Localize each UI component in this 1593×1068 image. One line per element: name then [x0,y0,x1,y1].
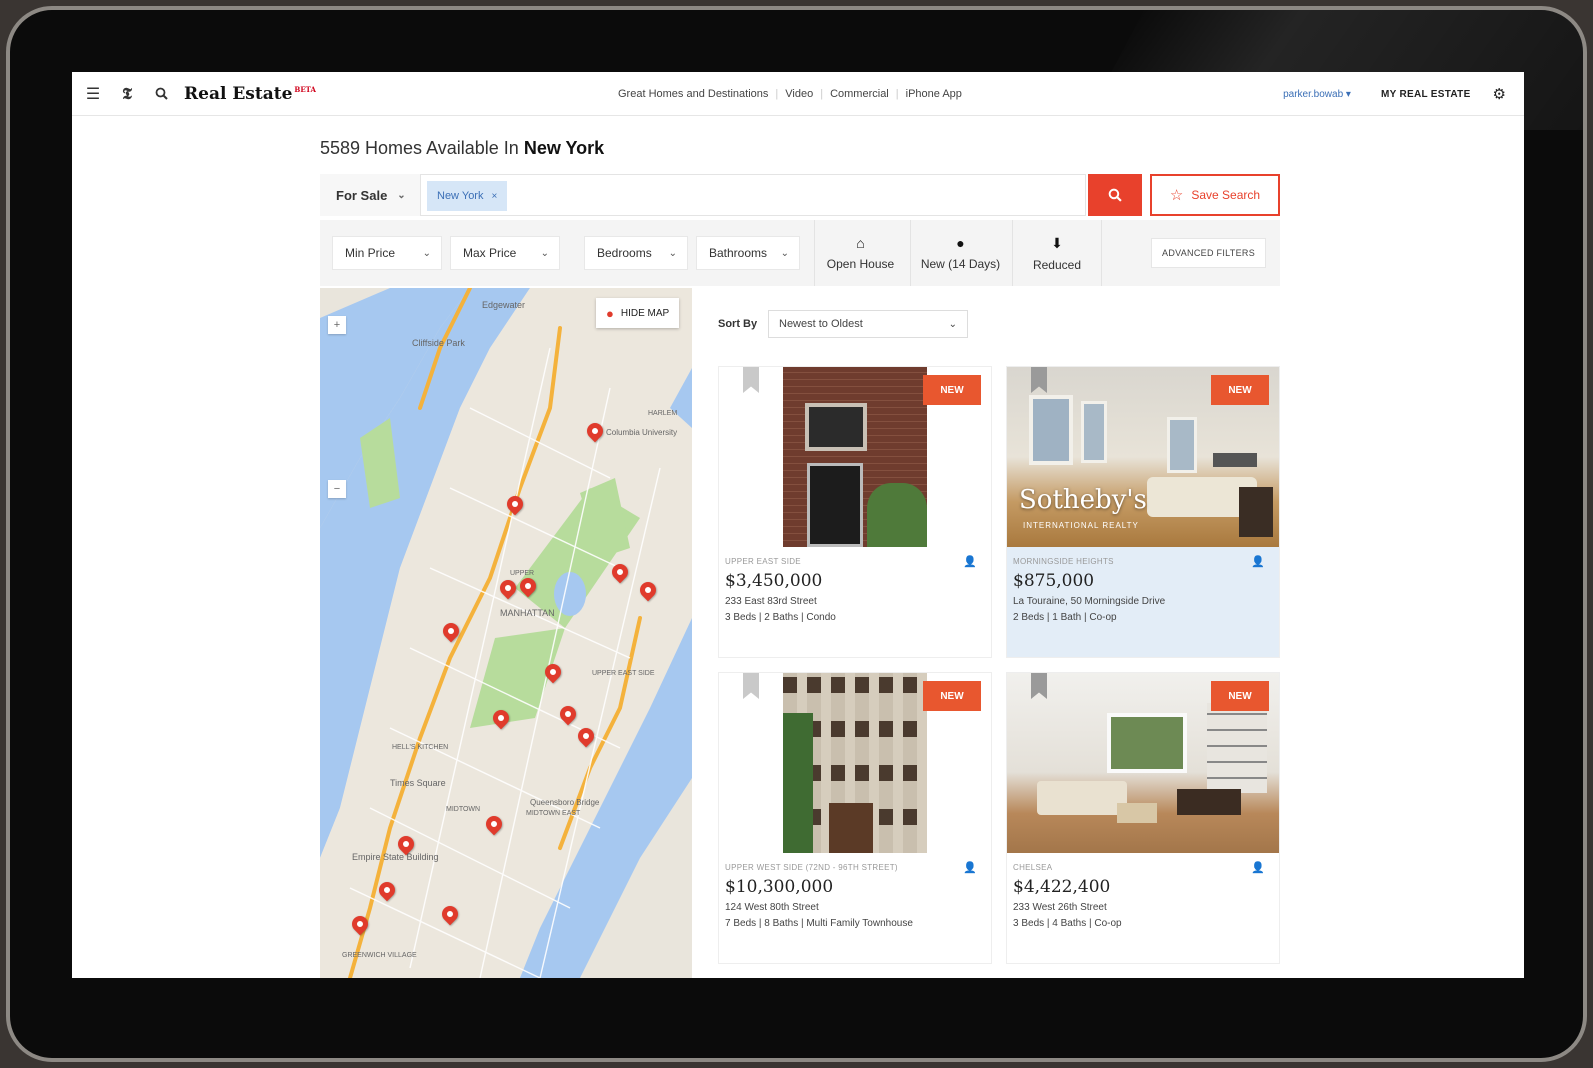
star-icon: ☆ [1169,187,1184,204]
new-listings-toggle[interactable]: ● New (14 Days) [910,220,1010,286]
search-icon [1108,188,1122,202]
listing-address: 233 East 83rd Street [725,596,817,607]
nav-link-great-homes[interactable]: Great Homes and Destinations [618,88,768,100]
nav-user-area: parker.bowab ▾ MY REAL ESTATE ⚙ [1283,72,1506,116]
listing-specs: 3 Beds | 2 Baths | Condo [725,612,836,623]
nav-link-video[interactable]: Video [785,88,813,100]
reduced-toggle[interactable]: ⬇ Reduced [1012,220,1102,286]
browser-screen: ☰ 𝕿 Real Estate BETA Great Homes and Dest… [72,72,1524,978]
search-icon[interactable] [144,72,178,116]
hide-map-button[interactable]: ● HIDE MAP [596,298,680,328]
nav-link-commercial[interactable]: Commercial [830,88,889,100]
hamburger-icon[interactable]: ☰ [76,72,110,116]
map-label: Queensboro Bridge [530,798,600,807]
gear-icon[interactable]: ⚙ [1493,85,1506,103]
advanced-filters-button[interactable]: ADVANCED FILTERS [1151,238,1266,268]
map-label: UPPER EAST SIDE [592,670,655,677]
listing-neighborhood: UPPER EAST SIDE [725,557,801,566]
map-label: MANHATTAN [500,608,555,618]
brand-title[interactable]: Real Estate BETA [184,84,316,104]
agent-icon[interactable]: 👤 [1251,555,1265,568]
listing-price: $10,300,000 [725,877,834,897]
listing-specs: 2 Beds | 1 Bath | Co-op [1013,612,1117,623]
sothebys-watermark-sub: INTERNATIONAL REALTY [1023,521,1139,530]
sale-type-select[interactable]: For Sale ⌄ [320,174,420,216]
map-label: Cliffside Park [412,338,465,348]
zoom-out-button[interactable]: − [328,480,346,498]
map-label: GREENWICH VILLAGE [342,952,417,959]
agent-icon[interactable]: 👤 [963,861,977,874]
nav-link-iphone-app[interactable]: iPhone App [906,88,962,100]
map-panel[interactable]: + − Edgewater Cliffside Park MANHATTAN U… [320,288,692,978]
map-label: HARLEM [648,410,678,417]
map-label: HELL'S KITCHEN [392,744,449,751]
map-canvas [320,288,692,978]
listing-card[interactable]: NEW UPPER WEST SIDE (72ND - 96TH STREET)… [718,672,992,964]
listing-neighborhood: UPPER WEST SIDE (72ND - 96TH STREET) [725,863,898,872]
new-badge: NEW [1211,375,1269,405]
new-badge: NEW [923,375,981,405]
listing-card[interactable]: NEW CHELSEA 👤 $4,422,400 233 West 26th S… [1006,672,1280,964]
remove-tag-icon[interactable]: × [491,191,497,202]
filter-bar: Min Price ⌄ Max Price ⌄ Bedrooms ⌄ Bathroom… [320,220,1280,286]
new-badge: NEW [923,681,981,711]
listing-price: $4,422,400 [1013,877,1111,897]
dot-icon: ● [956,235,965,251]
beta-badge: BETA [294,84,316,94]
map-label: Columbia University [606,428,678,437]
min-price-select[interactable]: Min Price ⌄ [332,236,442,270]
nav-links: Great Homes and Destinations | Video | Com… [618,88,962,100]
chevron-down-icon: ⌄ [397,189,406,201]
listing-specs: 7 Beds | 8 Baths | Multi Family Townhous… [725,918,913,929]
map-label: Edgewater [482,300,526,310]
map-label: MIDTOWN EAST [526,810,581,817]
tablet-frame: ☰ 𝕿 Real Estate BETA Great Homes and Dest… [6,6,1587,1062]
listing-price: $3,450,000 [725,571,823,591]
map-label: Times Square [390,778,446,788]
map-label: UPPER [510,570,535,577]
search-button[interactable] [1088,174,1142,216]
sothebys-watermark: Sotheby's [1019,485,1147,515]
top-nav: ☰ 𝕿 Real Estate BETA Great Homes and Dest… [72,72,1524,116]
map-label: Empire State Building [352,852,439,862]
listing-specs: 3 Beds | 4 Baths | Co-op [1013,918,1122,929]
search-input[interactable]: New York × [420,174,1086,216]
page-title: 5589 Homes Available In New York [320,138,605,158]
listing-neighborhood: MORNINGSIDE HEIGHTS [1013,557,1114,566]
new-badge: NEW [1211,681,1269,711]
down-arrow-icon: ⬇ [1051,234,1063,251]
house-icon: ⌂ [856,235,865,251]
listing-price: $875,000 [1013,571,1095,591]
agent-icon[interactable]: 👤 [1251,861,1265,874]
map-label: MIDTOWN [446,806,481,813]
my-real-estate-link[interactable]: MY REAL ESTATE [1381,89,1471,100]
nyt-logo-icon[interactable]: 𝕿 [110,72,144,116]
chevron-down-icon: ⌄ [948,318,957,330]
bathrooms-select[interactable]: Bathrooms ⌄ [696,236,800,270]
search-bar: For Sale ⌄ New York × ☆ Save Search [320,174,1280,216]
bedrooms-select[interactable]: Bedrooms ⌄ [584,236,688,270]
map-pin-icon: ● [606,305,614,321]
user-menu[interactable]: parker.bowab ▾ [1283,89,1351,100]
sort-select[interactable]: Newest to Oldest ⌄ [768,310,968,338]
listing-card[interactable]: NEW UPPER EAST SIDE 👤 $3,450,000 233 Eas… [718,366,992,658]
listing-card[interactable]: Sotheby's INTERNATIONAL REALTY NEW MORNI… [1006,366,1280,658]
listing-address: 233 West 26th Street [1013,902,1107,913]
listing-address: La Touraine, 50 Morningside Drive [1013,596,1166,607]
max-price-select[interactable]: Max Price ⌄ [450,236,560,270]
sort-label: Sort By [718,318,758,330]
save-search-button[interactable]: ☆ Save Search [1150,174,1280,216]
listing-address: 124 West 80th Street [725,902,819,913]
agent-icon[interactable]: 👤 [963,555,977,568]
location-tag[interactable]: New York × [427,181,508,211]
listing-neighborhood: CHELSEA [1013,863,1053,872]
open-house-toggle[interactable]: ⌂ Open House [814,220,906,286]
zoom-in-button[interactable]: + [328,316,346,334]
